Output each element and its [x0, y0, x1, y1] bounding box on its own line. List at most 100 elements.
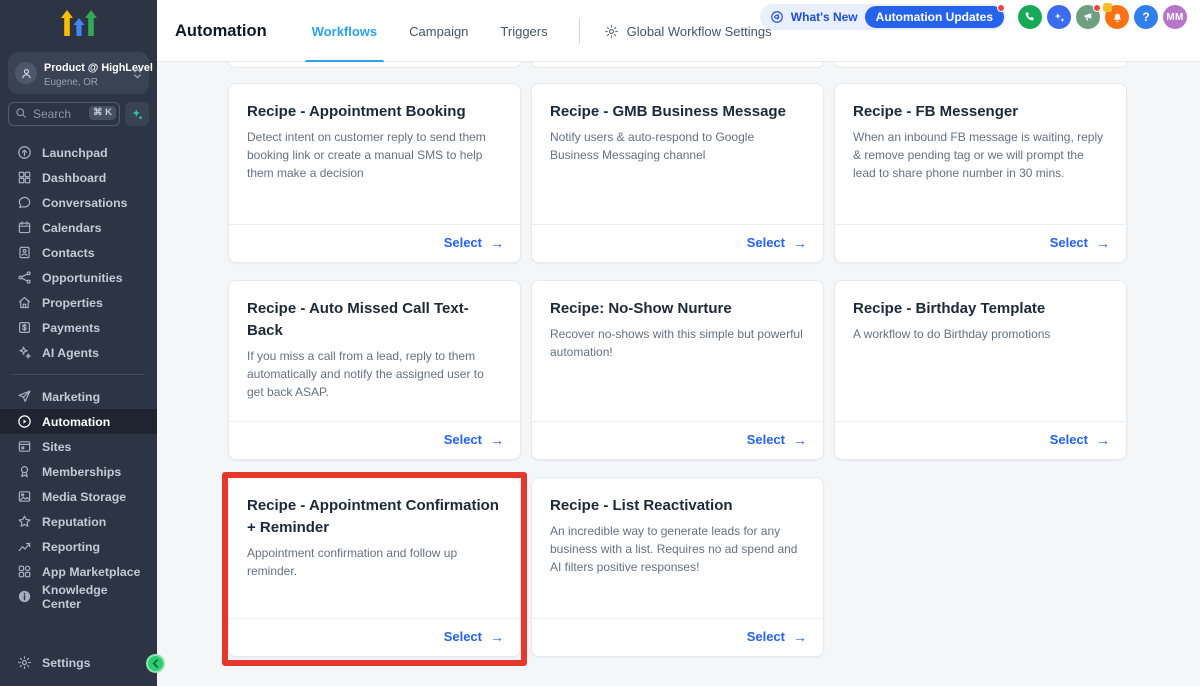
sidebar-item-label: Settings — [42, 656, 91, 670]
ai-assistant-button[interactable] — [1047, 5, 1071, 29]
gohighlevel-logo — [0, 0, 157, 44]
cutoff-card-row — [228, 62, 1127, 68]
announcements-button[interactable] — [1076, 5, 1100, 29]
select-label: Select — [444, 629, 482, 644]
phone-button[interactable] — [1018, 5, 1042, 29]
topbar-right: What's New Automation Updates — [760, 4, 1187, 30]
card-description: Appointment confirmation and follow up r… — [247, 544, 502, 580]
recipe-card-highlighted[interactable]: Recipe - Appointment Confirmation + Remi… — [228, 477, 521, 657]
help-button[interactable]: ? — [1134, 5, 1158, 29]
select-button[interactable]: Select → — [444, 432, 504, 447]
sidebar-nav-primary: Launchpad Dashboard Conversations Calend… — [0, 140, 157, 365]
avatar-initials: MM — [1166, 12, 1183, 23]
card-row-3: Recipe - Appointment Confirmation + Remi… — [228, 477, 1127, 657]
recipe-card[interactable]: Recipe - GMB Business Message Notify use… — [531, 83, 824, 263]
select-label: Select — [747, 432, 785, 447]
sidebar-item-launchpad[interactable]: Launchpad — [0, 140, 157, 165]
select-button[interactable]: Select → — [747, 235, 807, 250]
sidebar-divider — [12, 374, 145, 375]
tab-campaign[interactable]: Campaign — [406, 0, 471, 62]
card-footer: Select → — [229, 618, 520, 656]
card-footer: Select → — [835, 224, 1126, 262]
gear-icon — [16, 655, 32, 671]
tab-triggers[interactable]: Triggers — [497, 0, 550, 62]
select-label: Select — [444, 432, 482, 447]
recipe-card[interactable]: Recipe - FB Messenger When an inbound FB… — [834, 83, 1127, 263]
sidebar-item-label: Calendars — [42, 221, 101, 235]
tab-workflows[interactable]: Workflows — [309, 0, 381, 62]
tab-label: Triggers — [500, 24, 547, 39]
notifications-button[interactable] — [1105, 5, 1129, 29]
sidebar-item-memberships[interactable]: Memberships — [0, 459, 157, 484]
global-workflow-settings-button[interactable]: Global Workflow Settings — [604, 24, 772, 39]
select-button[interactable]: Select → — [1050, 235, 1110, 250]
sidebar-item-payments[interactable]: Payments — [0, 315, 157, 340]
notification-dot — [997, 4, 1005, 12]
cutoff-card — [228, 62, 521, 68]
sidebar-item-calendars[interactable]: Calendars — [0, 215, 157, 240]
recipe-card[interactable]: Recipe - Appointment Booking Detect inte… — [228, 83, 521, 263]
card-footer: Select → — [229, 224, 520, 262]
sidebar-item-dashboard[interactable]: Dashboard — [0, 165, 157, 190]
sidebar-item-properties[interactable]: Properties — [0, 290, 157, 315]
sidebar-item-reporting[interactable]: Reporting — [0, 534, 157, 559]
sidebar-item-label: Memberships — [42, 465, 121, 479]
select-button[interactable]: Select → — [747, 432, 807, 447]
card-description: Recover no-shows with this simple but po… — [550, 325, 805, 361]
workflow-recipes-grid: Recipe - Appointment Booking Detect inte… — [157, 62, 1200, 686]
select-button[interactable]: Select → — [747, 629, 807, 644]
sidebar-item-label: Launchpad — [42, 146, 108, 160]
card-title: Recipe - Appointment Booking — [247, 101, 502, 123]
arrow-right-icon: → — [490, 236, 504, 250]
whats-new-label: What's New — [791, 10, 858, 24]
sidebar: Product @ HighLevel Eugene, OR ⌘ K — [0, 0, 157, 686]
card-footer: Select → — [229, 421, 520, 459]
card-footer: Select → — [532, 224, 823, 262]
sidebar-item-ai-agents[interactable]: AI Agents — [0, 340, 157, 365]
arrow-right-icon: → — [1096, 433, 1110, 447]
card-row-1: Recipe - Appointment Booking Detect inte… — [228, 83, 1127, 263]
card-description: If you miss a call from a lead, reply to… — [247, 347, 502, 401]
info-circle-icon — [16, 589, 32, 605]
chevron-left-icon — [152, 659, 159, 668]
app-window: Product @ HighLevel Eugene, OR ⌘ K — [0, 0, 1200, 686]
select-button[interactable]: Select → — [444, 629, 504, 644]
search-shortcut-badge: ⌘ K — [89, 106, 116, 120]
sidebar-item-media-storage[interactable]: Media Storage — [0, 484, 157, 509]
sidebar-item-conversations[interactable]: Conversations — [0, 190, 157, 215]
sidebar-item-contacts[interactable]: Contacts — [0, 240, 157, 265]
recipe-card[interactable]: Recipe - Auto Missed Call Text-Back If y… — [228, 280, 521, 460]
sidebar-item-reputation[interactable]: Reputation — [0, 509, 157, 534]
select-button[interactable]: Select → — [444, 235, 504, 250]
arrow-right-icon: → — [793, 433, 807, 447]
ai-spark-button[interactable] — [125, 102, 149, 126]
sidebar-item-automation[interactable]: Automation — [0, 409, 157, 434]
arrow-right-icon: → — [1096, 236, 1110, 250]
sidebar-item-opportunities[interactable]: Opportunities — [0, 265, 157, 290]
automation-updates-badge[interactable]: Automation Updates — [865, 6, 1004, 28]
question-mark-icon: ? — [1142, 10, 1149, 24]
browser-window-icon — [16, 439, 32, 455]
select-label: Select — [1050, 432, 1088, 447]
sidebar-item-marketing[interactable]: Marketing — [0, 384, 157, 409]
recipe-card[interactable]: Recipe - Birthday Template A workflow to… — [834, 280, 1127, 460]
card-description: When an inbound FB message is waiting, r… — [853, 128, 1108, 182]
sidebar-item-label: Contacts — [42, 246, 95, 260]
sidebar-item-settings[interactable]: Settings — [0, 650, 157, 675]
launchpad-icon — [16, 145, 32, 161]
sidebar-item-app-marketplace[interactable]: App Marketplace — [0, 559, 157, 584]
recipe-card[interactable]: Recipe: No-Show Nurture Recover no-shows… — [531, 280, 824, 460]
card-title: Recipe - Appointment Confirmation + Remi… — [247, 495, 502, 539]
arrow-right-icon: → — [490, 433, 504, 447]
recipe-card[interactable]: Recipe - List Reactivation An incredible… — [531, 477, 824, 657]
arrow-right-icon: → — [793, 630, 807, 644]
account-switcher[interactable]: Product @ HighLevel Eugene, OR — [8, 52, 149, 94]
sidebar-item-knowledge-center[interactable]: Knowledge Center — [0, 584, 157, 609]
select-button[interactable]: Select → — [1050, 432, 1110, 447]
whats-new-button[interactable]: What's New Automation Updates — [760, 4, 1006, 30]
user-avatar[interactable]: MM — [1163, 5, 1187, 29]
sidebar-item-sites[interactable]: Sites — [0, 434, 157, 459]
star-icon — [16, 514, 32, 530]
card-footer: Select → — [532, 421, 823, 459]
sidebar-collapse-button[interactable] — [146, 654, 165, 673]
